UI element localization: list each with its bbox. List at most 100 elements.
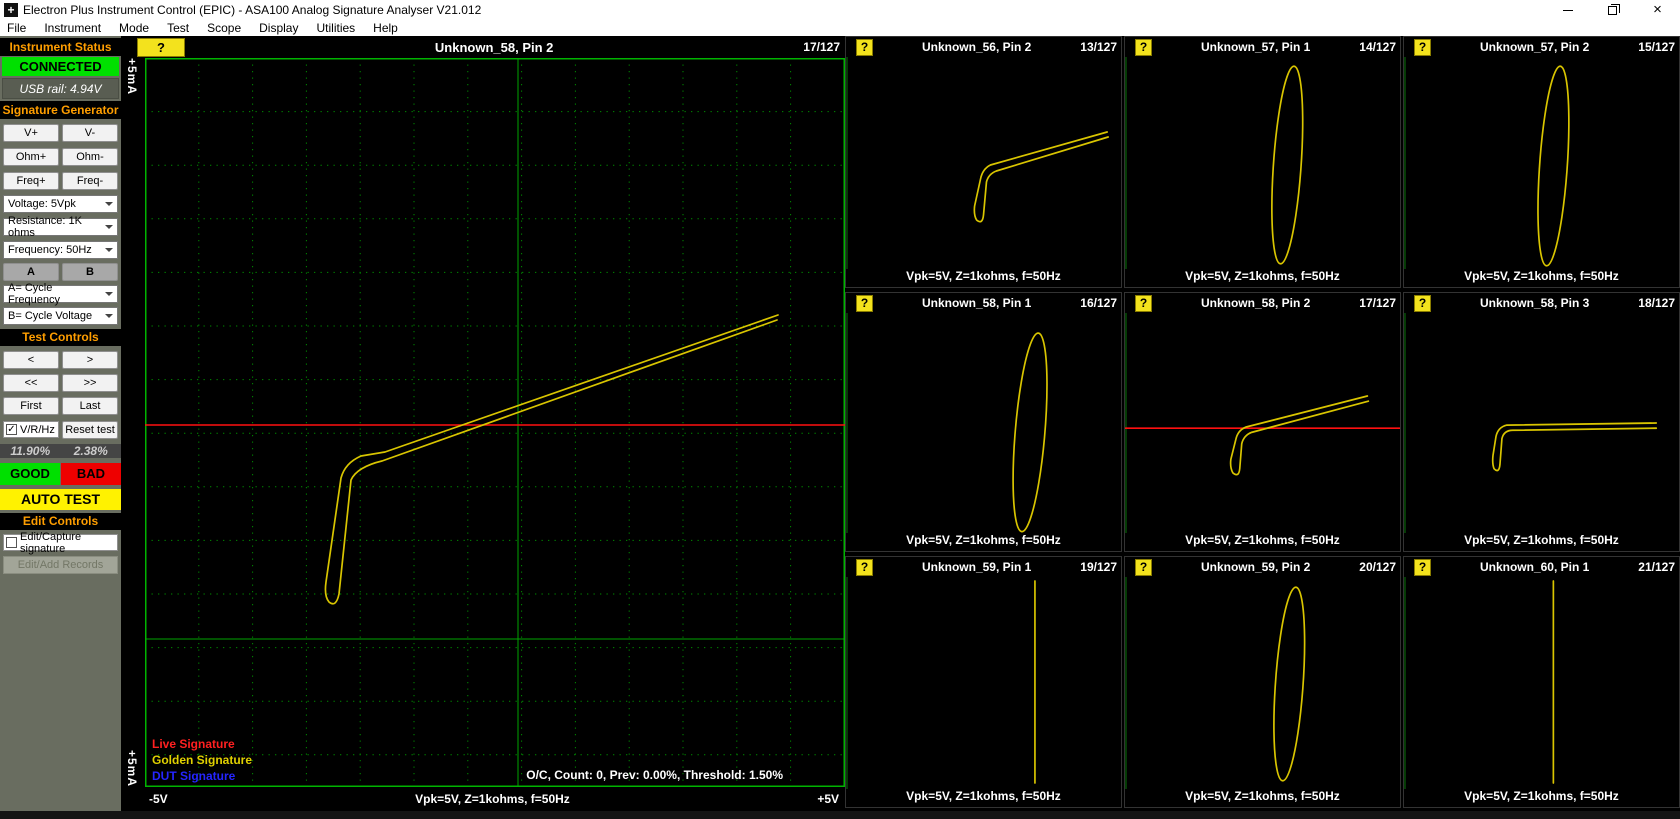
thumb-count: 20/127 <box>1359 560 1396 574</box>
y-axis-bottom-label: +5mA <box>125 749 139 787</box>
thumb-help-button[interactable]: ? <box>1414 38 1431 56</box>
frequency-up-button[interactable]: Freq+ <box>3 172 59 190</box>
thumbnail-unknown-60-pin-1[interactable]: ? Unknown_60, Pin 1 21/127 Vpk=5V, Z=1ko… <box>1403 556 1680 808</box>
menu-file[interactable]: File <box>0 21 35 35</box>
thumb-footer: Vpk=5V, Z=1kohms, f=50Hz <box>906 533 1061 547</box>
menu-utilities[interactable]: Utilities <box>307 21 364 35</box>
thumbnail-unknown-58-pin-3[interactable]: ? Unknown_58, Pin 3 18/127 Vpk=5V, Z=1ko… <box>1403 292 1680 552</box>
menu-test[interactable]: Test <box>158 21 198 35</box>
thumb-title: Unknown_60, Pin 1 <box>1479 560 1590 574</box>
signature-trace <box>1271 65 1304 265</box>
thumb-plot <box>1125 313 1400 533</box>
thumbnail-unknown-57-pin-2[interactable]: ? Unknown_57, Pin 2 15/127 Vpk=5V, Z=1ko… <box>1403 36 1680 288</box>
auto-test-button[interactable]: AUTO TEST <box>0 489 121 510</box>
frequency-select[interactable]: Frequency: 50Hz <box>3 241 118 259</box>
preset-b-select[interactable]: B= Cycle Voltage <box>3 307 118 325</box>
minimize-button[interactable] <box>1545 0 1590 20</box>
voltage-up-button[interactable]: V+ <box>3 124 59 142</box>
test-status-readout: O/C, Count: 0, Prev: 0.00%, Threshold: 1… <box>526 768 783 782</box>
frequency-down-button[interactable]: Freq- <box>62 172 118 190</box>
thumb-help-button[interactable]: ? <box>856 558 873 576</box>
thumb-help-button[interactable]: ? <box>1135 38 1152 56</box>
thumb-title: Unknown_59, Pin 1 <box>921 560 1032 574</box>
voltage-select[interactable]: Voltage: 5Vpk <box>3 195 118 213</box>
thumbnail-unknown-59-pin-1[interactable]: ? Unknown_59, Pin 1 19/127 Vpk=5V, Z=1ko… <box>845 556 1122 808</box>
edit-capture-row[interactable]: Edit/Capture signature <box>3 531 118 555</box>
fast-next-button[interactable]: >> <box>62 374 118 392</box>
main-help-button[interactable]: ? <box>137 37 185 57</box>
reset-test-button[interactable]: Reset test <box>62 421 118 439</box>
resistance-down-button[interactable]: Ohm- <box>62 148 118 166</box>
first-button[interactable]: First <box>3 397 59 415</box>
vrhz-checkbox[interactable]: ✓ <box>6 424 17 435</box>
thumb-help-button[interactable]: ? <box>1414 558 1431 576</box>
y-axis-top-label: +5mA <box>125 58 139 96</box>
preset-a-button[interactable]: A <box>3 263 59 281</box>
restore-button[interactable] <box>1590 0 1635 20</box>
main-signature-plot[interactable]: Live Signature Golden Signature DUT Sign… <box>145 58 845 787</box>
thumb-help-button[interactable]: ? <box>1135 294 1152 312</box>
thumb-plot <box>846 577 1121 789</box>
thumbnail-header: ? Unknown_57, Pin 1 14/127 <box>1125 37 1400 57</box>
good-button[interactable]: GOOD <box>0 463 60 485</box>
thumb-help-button[interactable]: ? <box>856 294 873 312</box>
thumb-count: 15/127 <box>1638 40 1675 54</box>
last-button[interactable]: Last <box>62 397 118 415</box>
voltage-down-button[interactable]: V- <box>62 124 118 142</box>
thumbnail-unknown-58-pin-2[interactable]: ? Unknown_58, Pin 2 17/127 Vpk=5V, Z=1ko… <box>1124 292 1401 552</box>
resistance-up-button[interactable]: Ohm+ <box>3 148 59 166</box>
frequency-select-value: Frequency: 50Hz <box>8 244 92 256</box>
voltage-select-value: Voltage: 5Vpk <box>8 198 76 210</box>
thumbnail-unknown-59-pin-2[interactable]: ? Unknown_59, Pin 2 20/127 Vpk=5V, Z=1ko… <box>1124 556 1401 808</box>
preset-a-select[interactable]: A= Cycle Frequency <box>3 282 118 306</box>
thumbnail-unknown-57-pin-1[interactable]: ? Unknown_57, Pin 1 14/127 Vpk=5V, Z=1ko… <box>1124 36 1401 288</box>
connection-status-badge: CONNECTED <box>2 57 119 76</box>
window-bottom-strip <box>0 811 1680 819</box>
next-button[interactable]: > <box>62 351 118 369</box>
preset-b-button[interactable]: B <box>62 263 118 281</box>
menu-display[interactable]: Display <box>250 21 307 35</box>
percent-left-value: 11.90% <box>10 444 51 458</box>
thumb-title: Unknown_56, Pin 2 <box>921 40 1032 54</box>
y-axis-strip: +5mA +5mA <box>121 58 145 787</box>
main-chart-count: 17/127 <box>803 40 840 54</box>
thumb-footer: Vpk=5V, Z=1kohms, f=50Hz <box>1464 789 1619 803</box>
menu-bar: File Instrument Mode Test Scope Display … <box>0 20 1680 36</box>
control-sidebar: Instrument Status CONNECTED USB rail: 4.… <box>0 36 121 811</box>
thumbnail-header: ? Unknown_58, Pin 3 18/127 <box>1404 293 1679 313</box>
thumb-help-button[interactable]: ? <box>1135 558 1152 576</box>
edit-capture-checkbox[interactable] <box>6 537 17 548</box>
vrhz-checkbox-row[interactable]: ✓ V/R/Hz <box>3 421 59 438</box>
restore-icon <box>1608 3 1620 15</box>
thumbnail-header: ? Unknown_57, Pin 2 15/127 <box>1404 37 1679 57</box>
thumb-title: Unknown_57, Pin 2 <box>1479 40 1590 54</box>
thumbnail-header: ? Unknown_56, Pin 2 13/127 <box>846 37 1121 57</box>
window-title: Electron Plus Instrument Control (EPIC) … <box>23 3 482 17</box>
thumb-help-button[interactable]: ? <box>1414 294 1431 312</box>
thumb-plot <box>846 57 1121 269</box>
fast-prev-button[interactable]: << <box>3 374 59 392</box>
resistance-select-value: Resistance: 1K ohms <box>8 215 82 239</box>
golden-signature-trace <box>324 314 779 605</box>
thumb-title: Unknown_58, Pin 1 <box>921 296 1032 310</box>
resistance-select[interactable]: Resistance: 1K ohms <box>3 215 118 239</box>
thumb-footer: Vpk=5V, Z=1kohms, f=50Hz <box>1185 533 1340 547</box>
thumbnail-unknown-58-pin-1[interactable]: ? Unknown_58, Pin 1 16/127 Vpk=5V, Z=1ko… <box>845 292 1122 552</box>
menu-instrument[interactable]: Instrument <box>35 21 110 35</box>
bad-button[interactable]: BAD <box>61 463 121 485</box>
preset-a-select-value: A= Cycle Frequency <box>8 282 60 306</box>
thumbnail-unknown-56-pin-2[interactable]: ? Unknown_56, Pin 2 13/127 Vpk=5V, Z=1ko… <box>845 36 1122 288</box>
test-controls-header: Test Controls <box>0 329 121 346</box>
thumb-footer: Vpk=5V, Z=1kohms, f=50Hz <box>906 789 1061 803</box>
title-bar: + Electron Plus Instrument Control (EPIC… <box>0 0 1680 20</box>
error-percent-strip: 11.90% 2.38% <box>0 444 121 458</box>
prev-button[interactable]: < <box>3 351 59 369</box>
edit-controls-header: Edit Controls <box>0 513 121 530</box>
thumb-help-button[interactable]: ? <box>856 38 873 56</box>
menu-mode[interactable]: Mode <box>110 21 158 35</box>
menu-help[interactable]: Help <box>364 21 407 35</box>
close-button[interactable]: × <box>1635 0 1680 20</box>
signature-trace <box>1273 586 1306 782</box>
menu-scope[interactable]: Scope <box>198 21 250 35</box>
usb-rail-readout: USB rail: 4.94V <box>2 78 119 99</box>
